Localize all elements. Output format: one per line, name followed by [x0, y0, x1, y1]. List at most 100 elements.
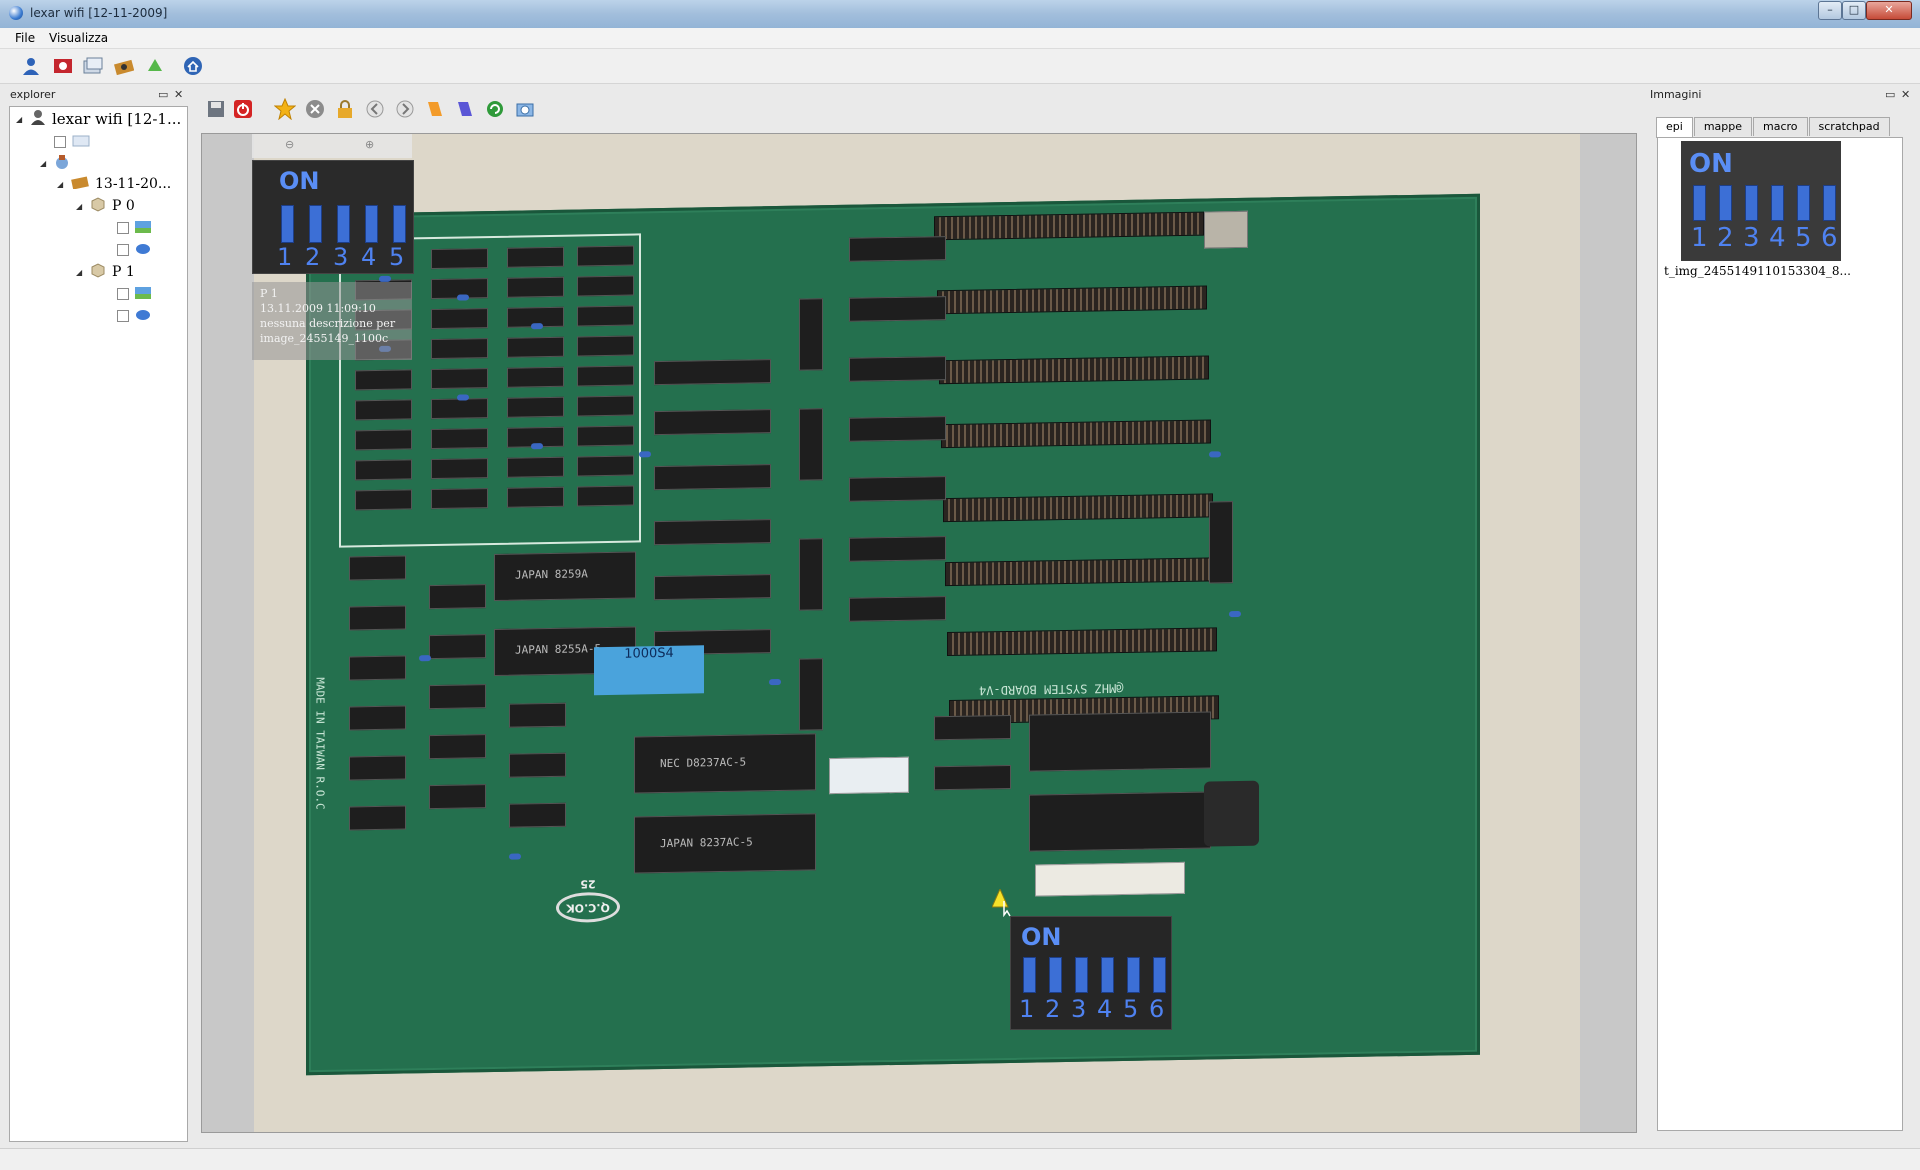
- thumb-on-label: ON: [1689, 149, 1733, 179]
- tree-checkbox[interactable]: [117, 222, 129, 234]
- tree-p0[interactable]: ◢ P 0: [76, 196, 135, 216]
- explorer-panel: ◢ lexar wifi [12-1... ◢ ◢ 13-11-20... ◢ …: [9, 106, 188, 1142]
- tab-macro[interactable]: macro: [1753, 117, 1808, 136]
- power-icon[interactable]: [232, 98, 254, 120]
- overlay-num: 3: [333, 243, 349, 271]
- tab-mappe[interactable]: mappe: [1693, 117, 1753, 136]
- tree-checkbox[interactable]: [54, 136, 66, 148]
- cursor-pointer-icon: [992, 889, 1011, 917]
- overlay-next-icon[interactable]: ⊕: [365, 138, 374, 151]
- keyboard-connector: [1204, 780, 1259, 847]
- comment-icon: [135, 309, 151, 324]
- tree-p0-comment[interactable]: [117, 240, 157, 260]
- forward-icon[interactable]: [394, 98, 416, 120]
- cancel-icon[interactable]: [304, 98, 326, 120]
- image-viewer[interactable]: JAPAN 8259A JAPAN 8255A-5 NEC D8237AC-5 …: [201, 133, 1637, 1133]
- windows-icon[interactable]: [82, 55, 104, 77]
- tree-session-label: 13-11-20...: [95, 176, 172, 192]
- dip-zoom-overlay[interactable]: ON 1 2 3 4 5 6: [1010, 916, 1172, 1030]
- tree-root-item[interactable]: [54, 132, 96, 152]
- tree-p1-image[interactable]: [117, 284, 157, 304]
- collapse-arrow-icon[interactable]: ◢: [76, 268, 84, 277]
- dip-zoom-num: 6: [1149, 995, 1165, 1023]
- refresh-icon[interactable]: [484, 98, 506, 120]
- tree-session[interactable]: ◢ 13-11-20...: [57, 174, 171, 194]
- dip-zoom-num: 2: [1045, 995, 1061, 1023]
- bios-sticker-label: 1000S4: [624, 645, 674, 662]
- tree-p0-image[interactable]: [117, 218, 157, 238]
- tooltip-desc: nessuna descrizione per: [260, 317, 396, 330]
- tab-scratchpad[interactable]: scratchpad: [1808, 117, 1890, 136]
- tree-checkbox[interactable]: [117, 244, 129, 256]
- capture-icon[interactable]: [52, 55, 74, 77]
- dip-zoom-num: 3: [1071, 995, 1087, 1023]
- menu-visualizza[interactable]: Visualizza: [49, 31, 108, 45]
- tree-checkbox[interactable]: [117, 288, 129, 300]
- overlay-num: 5: [389, 243, 405, 271]
- close-window-button[interactable]: ✕: [1866, 1, 1912, 20]
- isa-slot: [937, 285, 1207, 315]
- tab-epi[interactable]: epi: [1656, 117, 1693, 138]
- window-titlebar: lexar wifi [12-11-2009] – □ ✕: [0, 0, 1920, 29]
- tag-blue-icon[interactable]: [454, 98, 476, 120]
- lock-icon[interactable]: [334, 98, 356, 120]
- overlay-num: 4: [361, 243, 377, 271]
- collapse-arrow-icon[interactable]: ◢: [76, 202, 84, 211]
- images-close-icon[interactable]: ✕: [1901, 88, 1910, 101]
- tree-p1-comment[interactable]: [117, 306, 157, 326]
- chip-8237: JAPAN 8237AC-5: [634, 813, 816, 874]
- tree-p0-label: P 0: [112, 198, 135, 214]
- instrument-icon: [54, 154, 70, 173]
- star-icon[interactable]: [274, 98, 296, 120]
- chip-82c53: [429, 684, 486, 710]
- explorer-float-icon[interactable]: ▭: [158, 88, 168, 101]
- camera-icon[interactable]: [113, 55, 135, 77]
- tree-p1[interactable]: ◢ P 1: [76, 262, 135, 282]
- images-panel: [1657, 137, 1903, 1131]
- isa-slot: [943, 493, 1213, 523]
- collapse-arrow-icon[interactable]: ◢: [57, 180, 65, 189]
- collapse-arrow-icon[interactable]: ◢: [40, 159, 48, 168]
- explorer-header: explorer ▭ ✕: [10, 88, 185, 104]
- dip-zoom-on-label: ON: [1021, 923, 1062, 951]
- minimize-button[interactable]: –: [1818, 1, 1842, 20]
- chip-label: JAPAN 8237AC-5: [660, 835, 753, 851]
- isa-slot: [945, 557, 1215, 587]
- image-thumbnail[interactable]: ON 1 2 3 4 5 6: [1681, 141, 1841, 261]
- battery: [1204, 210, 1248, 249]
- tag-orange-icon[interactable]: [424, 98, 446, 120]
- images-float-icon[interactable]: ▭: [1885, 88, 1895, 101]
- image-icon: [135, 286, 151, 302]
- back-icon[interactable]: [364, 98, 386, 120]
- isa-slot: [941, 419, 1211, 449]
- tree-root[interactable]: ◢ lexar wifi [12-1...: [16, 109, 181, 129]
- overlay-zoom-thumb[interactable]: ON 1 2 3 4 5: [252, 160, 414, 274]
- tree-group[interactable]: ◢: [40, 153, 76, 173]
- user-icon[interactable]: [20, 55, 42, 77]
- save-icon[interactable]: [205, 98, 227, 120]
- export-icon[interactable]: [144, 55, 166, 77]
- thumb-num: 4: [1769, 223, 1786, 253]
- collapse-arrow-icon[interactable]: ◢: [16, 115, 24, 124]
- images-title: Immagini: [1650, 88, 1702, 101]
- dip-zoom-num: 1: [1019, 995, 1035, 1023]
- tree-checkbox[interactable]: [117, 310, 129, 322]
- bios-sticker: 1000S4: [594, 645, 704, 696]
- user-node-icon: [30, 109, 46, 129]
- tree-root-label: lexar wifi [12-1...: [52, 110, 182, 128]
- isa-slot: [947, 627, 1217, 657]
- menu-file[interactable]: File: [15, 31, 35, 45]
- box-icon: [90, 262, 106, 282]
- explorer-close-icon[interactable]: ✕: [174, 88, 183, 101]
- home-icon[interactable]: [182, 55, 204, 77]
- camera-settings-icon[interactable]: [514, 98, 536, 120]
- overlay-prev-icon[interactable]: ⊖: [285, 138, 294, 151]
- dip-zoom-num: 5: [1123, 995, 1139, 1023]
- image-icon: [135, 220, 151, 236]
- maximize-button[interactable]: □: [1842, 1, 1866, 20]
- thumb-num: 3: [1743, 223, 1760, 253]
- overlay-on-label: ON: [279, 167, 320, 195]
- thumb-num: 5: [1795, 223, 1812, 253]
- status-bar: [0, 1148, 1920, 1170]
- explorer-title: explorer: [10, 88, 56, 101]
